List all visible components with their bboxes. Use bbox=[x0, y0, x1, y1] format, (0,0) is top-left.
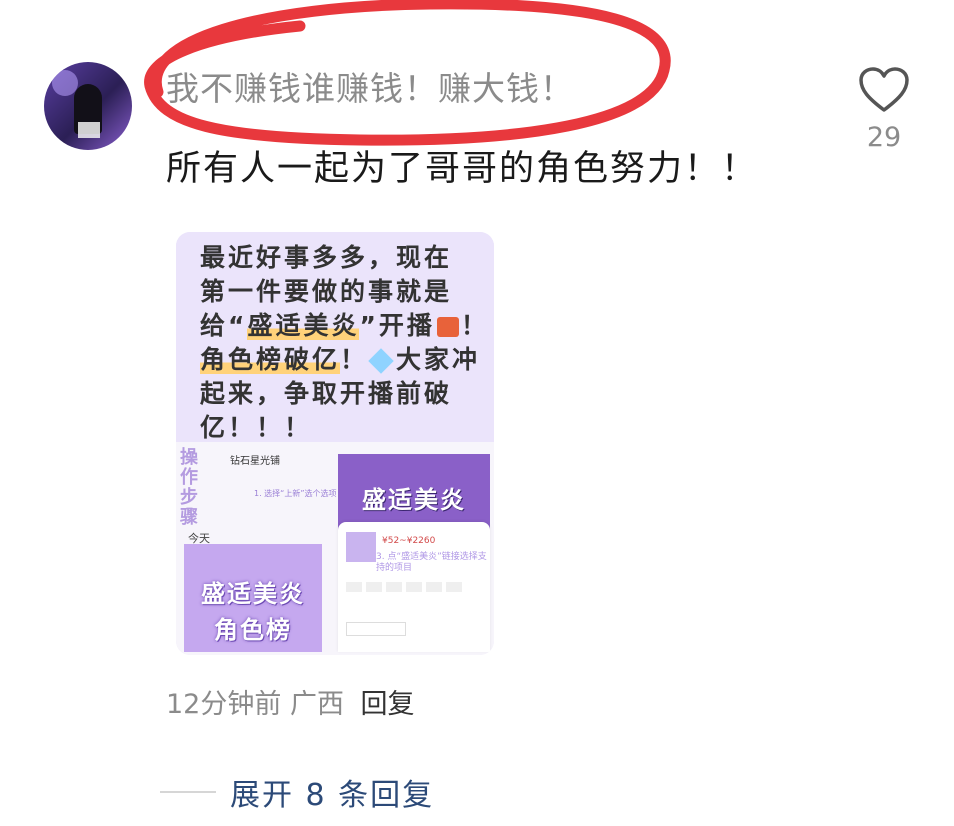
comment-username[interactable]: 我不赚钱谁赚钱！赚大钱！ bbox=[166, 62, 574, 110]
like-count: 29 bbox=[866, 122, 902, 153]
product-card: 盛适美炎 角色榜 bbox=[184, 544, 322, 652]
image-text-line: 起来，争取开播前破 bbox=[200, 379, 453, 408]
option-chip bbox=[366, 582, 382, 592]
gift-icon bbox=[436, 317, 459, 337]
image-text-fragment: ！ bbox=[460, 311, 489, 340]
option-chip bbox=[426, 582, 442, 592]
highlighted-show-name: 盛适美炎 bbox=[247, 311, 360, 340]
heart-icon bbox=[859, 67, 909, 112]
image-text-line: 第一件要做的事就是 bbox=[200, 277, 453, 306]
steps-label: 操作步骤 bbox=[180, 447, 198, 528]
comment-text: 所有人一起为了哥哥的角色努力！！ bbox=[166, 149, 759, 189]
expand-divider bbox=[160, 791, 216, 793]
comment-image[interactable]: 最近好事多多，现在 第一件要做的事就是 给“盛适美炎”开播！ 角色榜破亿！ 大家冲… bbox=[176, 232, 494, 655]
option-chip bbox=[346, 582, 362, 592]
image-text-fragment: ”开播 bbox=[359, 311, 435, 340]
image-text-line: 亿！！！ bbox=[200, 413, 313, 442]
popup-price: ¥52~¥2260 bbox=[382, 536, 436, 546]
image-text-fragment: 大家冲 bbox=[396, 345, 481, 374]
popup-options bbox=[346, 582, 462, 592]
image-text-line: 给“盛适美炎”开播 ！ bbox=[200, 306, 489, 342]
image-text-line: 最近好事多多，现在 bbox=[200, 243, 453, 272]
expand-replies-button[interactable]: 展开 8 条回复 bbox=[230, 770, 434, 814]
image-text-fragment: ！ bbox=[340, 345, 369, 374]
reply-button[interactable]: 回复 bbox=[361, 689, 415, 720]
card-subtitle: 角色榜 bbox=[214, 616, 292, 644]
card-title: 盛适美炎 bbox=[201, 580, 305, 608]
image-text-line: 角色榜破亿！ 大家冲 bbox=[200, 340, 480, 376]
popup-thumbnail bbox=[346, 532, 376, 562]
image-text-fragment: 给“ bbox=[200, 311, 248, 340]
option-chip bbox=[446, 582, 462, 592]
step-hint-3: 3. 点“盛适美炎”链接选择支持的项目 bbox=[376, 552, 487, 573]
quantity-stepper bbox=[346, 622, 406, 636]
highlighted-ranking: 角色榜破亿 bbox=[200, 345, 341, 374]
comment-location: 广西 bbox=[289, 689, 344, 720]
step-hint-1: 1. 选择“上新”选个选项 bbox=[254, 489, 337, 498]
comment-time: 12分钟前 bbox=[166, 689, 282, 720]
image-text-block: 最近好事多多，现在 第一件要做的事就是 给“盛适美炎”开播！ 角色榜破亿！ 大家冲… bbox=[176, 232, 494, 442]
like-button[interactable]: 29 bbox=[852, 66, 916, 153]
avatar-sign bbox=[78, 122, 100, 138]
banner-title: 盛适美炎 bbox=[362, 486, 466, 514]
user-avatar[interactable] bbox=[44, 62, 132, 150]
option-chip bbox=[386, 582, 402, 592]
diamond-icon bbox=[368, 348, 394, 374]
embedded-screenshot: 操作步骤 钻石星光铺 1. 选择“上新”选个选项 今天 盛适美炎 角色榜 盛适美… bbox=[176, 442, 494, 655]
purchase-popup: ¥52~¥2260 3. 点“盛适美炎”链接选择支持的项目 bbox=[338, 522, 490, 652]
comment-meta: 12分钟前 广西 回复 bbox=[166, 682, 415, 721]
option-chip bbox=[406, 582, 422, 592]
shop-name: 钻石星光铺 bbox=[230, 456, 280, 467]
